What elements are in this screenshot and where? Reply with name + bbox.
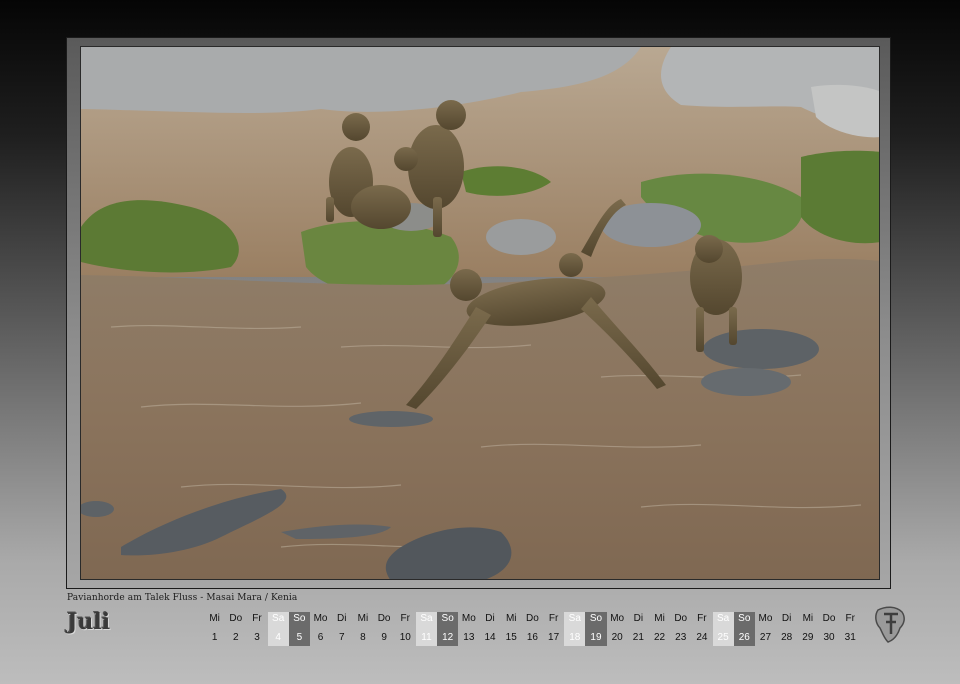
day-number: 17	[548, 632, 560, 643]
weekday-label: Do	[674, 613, 688, 624]
calendar-day: Sa 11	[415, 612, 438, 646]
calendar-day: Mi 8	[352, 612, 373, 646]
weekday-label: Fr	[400, 613, 410, 624]
weekday-label: Mo	[758, 613, 773, 624]
weekday-label: Fr	[845, 613, 855, 624]
calendar-day: Sa 18	[564, 612, 586, 646]
day-number: 5	[296, 632, 303, 643]
calendar-day: Fr 24	[691, 612, 712, 646]
weekday-label: Do	[377, 613, 391, 624]
day-number: 25	[717, 632, 729, 643]
day-number: 31	[844, 632, 856, 643]
day-number: 24	[696, 632, 708, 643]
day-number: 3	[254, 632, 260, 643]
weekday-label: Mo	[610, 613, 625, 624]
weekday-label: Di	[633, 613, 644, 624]
day-number: 20	[611, 632, 623, 643]
calendar-day: Mo 27	[755, 612, 776, 646]
weekday-label: Do	[822, 613, 836, 624]
weekday-label: Sa	[272, 613, 285, 624]
calendar-day: Mo 6	[310, 612, 331, 646]
weekday-label: Sa	[568, 613, 581, 624]
day-number: 8	[360, 632, 366, 643]
calendar-day: Sa 25	[712, 612, 734, 646]
weekday-label: Di	[781, 613, 792, 624]
weekday-label: Mi	[505, 613, 517, 624]
africa-monogram-logo-icon	[870, 604, 912, 646]
day-number: 2	[233, 632, 239, 643]
weekday-label: Mo	[461, 613, 476, 624]
month-title: Juli	[67, 609, 111, 635]
weekday-label: Do	[229, 613, 243, 624]
day-number: 26	[738, 632, 750, 643]
calendar-day: Sa 4	[267, 612, 289, 646]
calendar-day: Di 14	[479, 612, 500, 646]
day-number: 4	[275, 632, 281, 643]
calendar-day: Mi 29	[797, 612, 818, 646]
calendar-day: Do 2	[225, 612, 246, 646]
calendar-day: Do 9	[374, 612, 395, 646]
day-number: 16	[526, 632, 538, 643]
calendar-day: So 19	[585, 612, 607, 646]
day-number: 10	[399, 632, 411, 643]
calendar-day: Fr 3	[246, 612, 267, 646]
calendar-day: So 12	[437, 612, 459, 646]
weekday-label: Mi	[357, 613, 369, 624]
weekday-label: So	[293, 613, 306, 624]
day-number: 22	[653, 632, 666, 643]
day-number: 21	[632, 632, 644, 643]
calendar-day: Fr 17	[543, 612, 564, 646]
calendar-day: Mi 22	[649, 612, 670, 646]
weekday-label: Di	[336, 613, 347, 624]
day-number: 23	[675, 632, 687, 643]
day-number: 29	[802, 632, 814, 643]
day-number: 28	[781, 632, 793, 643]
day-number: 11	[421, 632, 432, 643]
calendar-day: Fr 10	[395, 612, 416, 646]
photo-caption: Pavianhorde am Talek Fluss - Masai Mara …	[67, 593, 298, 603]
calendar-day: Mi 15	[501, 612, 522, 646]
day-number: 14	[484, 632, 496, 643]
calendar-day: Mi 1	[204, 612, 225, 646]
weekday-label: Di	[485, 613, 495, 624]
weekday-label: Fr	[697, 613, 707, 624]
calendar-day: Do 16	[522, 612, 543, 646]
calendar-day: Do 30	[818, 612, 839, 646]
weekday-label: Mi	[654, 613, 665, 624]
day-number: 1	[211, 632, 218, 643]
calendar-day: Di 28	[776, 612, 797, 646]
day-number: 15	[505, 632, 517, 643]
day-number: 9	[381, 632, 387, 643]
day-number: 30	[823, 632, 835, 643]
calendar-day: Do 23	[670, 612, 691, 646]
weekday-label: Sa	[420, 613, 433, 624]
calendar-day: Fr 31	[840, 612, 861, 646]
day-number: 27	[759, 632, 772, 643]
weekday-label: Do	[526, 613, 539, 624]
calendar-day: Di 21	[628, 612, 649, 646]
weekday-label: Mi	[209, 613, 220, 624]
calendar-day: Di 7	[331, 612, 352, 646]
weekday-label: So	[441, 613, 454, 624]
day-number: 6	[317, 632, 324, 643]
weekday-label: Sa	[716, 613, 730, 624]
day-number: 13	[463, 632, 475, 643]
day-number: 7	[338, 632, 345, 643]
calendar-day: Mo 20	[607, 612, 628, 646]
weekday-label: So	[589, 613, 603, 624]
day-number: 12	[442, 632, 454, 643]
day-number: 19	[590, 632, 602, 643]
weekday-label: So	[738, 613, 751, 624]
weekday-label: Fr	[548, 613, 559, 624]
calendar-day: So 5	[288, 612, 310, 646]
weekday-label: Fr	[252, 613, 262, 624]
calendar-day: Mo 13	[458, 612, 479, 646]
calendar-days-row: Mi 1 Do 2 Fr 3 Sa 4 So 5 Mo 6 Di 7 Mi 8 Do 9 Fr 10 Sa 11 So 12 M…	[204, 612, 861, 646]
calendar-photo	[80, 46, 880, 580]
day-number: 18	[569, 632, 581, 643]
weekday-label: Mo	[313, 613, 328, 624]
weekday-label: Mi	[802, 613, 814, 624]
calendar-day: So 26	[733, 612, 755, 646]
